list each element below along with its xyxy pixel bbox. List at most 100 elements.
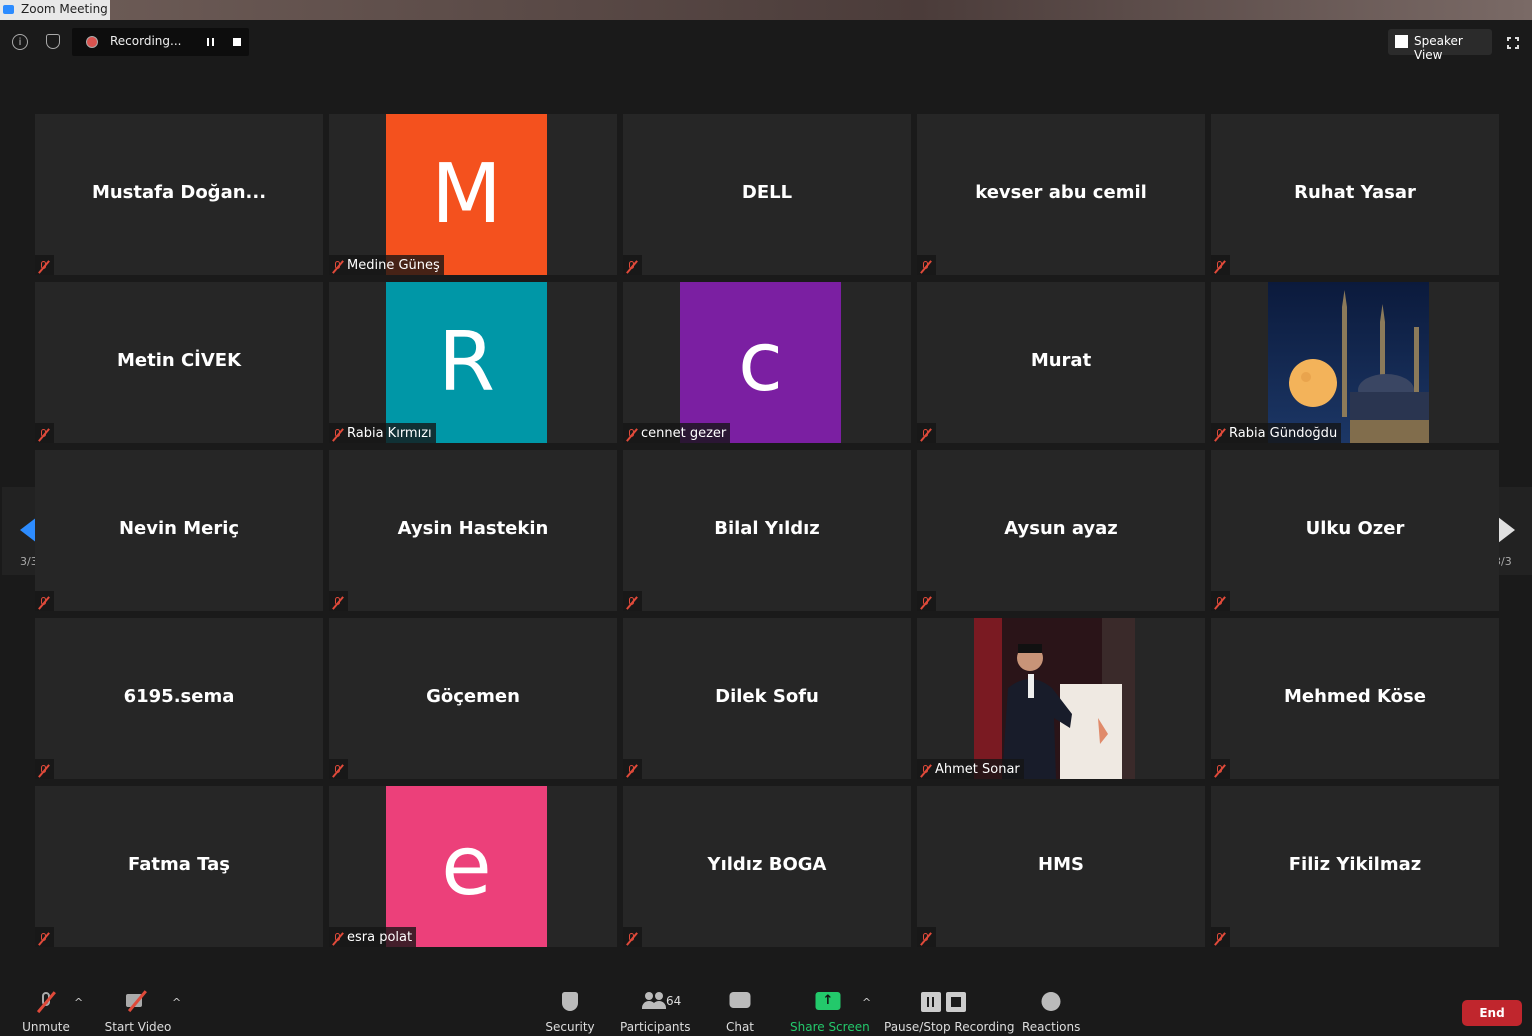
muted-mic-icon bbox=[920, 932, 932, 946]
participant-video-image bbox=[974, 618, 1135, 779]
participant-label bbox=[623, 927, 642, 947]
security-button[interactable]: Security bbox=[540, 980, 600, 1036]
participant-label bbox=[329, 591, 348, 611]
participant-tile[interactable]: Aysin Hastekin bbox=[329, 450, 617, 611]
participant-label: Medine Güneş bbox=[329, 255, 444, 275]
participant-tile[interactable]: Aysun ayaz bbox=[917, 450, 1205, 611]
participant-name: DELL bbox=[741, 182, 793, 203]
record-icon bbox=[86, 36, 98, 48]
muted-mic-icon bbox=[920, 260, 932, 274]
info-icon[interactable]: i bbox=[12, 34, 28, 50]
participant-tile[interactable]: M Medine Güneş bbox=[329, 114, 617, 275]
participant-tile[interactable]: R Rabia Kırmızı bbox=[329, 282, 617, 443]
participants-label: Participants bbox=[620, 1020, 691, 1034]
participant-name: Yıldız BOGA bbox=[707, 854, 827, 875]
participant-tile[interactable]: Metin CİVEK bbox=[35, 282, 323, 443]
participant-name: Mustafa Doğan... bbox=[91, 182, 267, 203]
participant-label bbox=[35, 255, 54, 275]
muted-mic-icon bbox=[332, 764, 344, 778]
audio-options-caret[interactable]: ^ bbox=[74, 996, 83, 1009]
share-screen-label: Share Screen bbox=[790, 1020, 870, 1034]
participant-tile[interactable]: Göçemen bbox=[329, 618, 617, 779]
participant-name: Murat bbox=[1030, 350, 1092, 371]
zoom-logo-icon bbox=[3, 5, 14, 14]
participant-name: Bilal Yıldız bbox=[714, 518, 820, 539]
pause-icon[interactable] bbox=[207, 38, 214, 46]
participant-name: 6195.sema bbox=[123, 686, 235, 707]
pause-stop-label: Pause/Stop Recording bbox=[884, 1020, 1015, 1034]
chat-button[interactable]: Chat bbox=[715, 980, 765, 1036]
muted-mic-icon bbox=[332, 260, 344, 274]
pause-stop-icon bbox=[921, 992, 969, 1012]
reactions-button[interactable]: Reactions bbox=[1022, 980, 1080, 1036]
participant-tile[interactable]: kevser abu cemil bbox=[917, 114, 1205, 275]
muted-mic-icon bbox=[332, 428, 344, 442]
participants-icon bbox=[642, 992, 666, 1009]
speaker-view-button[interactable]: Speaker View bbox=[1388, 29, 1492, 62]
participant-tile[interactable]: Ahmet Sonar bbox=[917, 618, 1205, 779]
participant-name: Aysin Hastekin bbox=[397, 518, 549, 539]
recording-label: Recording... bbox=[110, 34, 182, 48]
participant-tile[interactable]: Nevin Meriç bbox=[35, 450, 323, 611]
participant-label bbox=[1211, 759, 1230, 779]
muted-mic-icon bbox=[38, 260, 50, 274]
participant-name: Nevin Meriç bbox=[118, 518, 240, 539]
participant-tile[interactable]: Rabia Gündoğdu bbox=[1211, 282, 1499, 443]
window-titlebar: Zoom Meeting bbox=[0, 0, 1532, 20]
participant-tile[interactable]: Bilal Yıldız bbox=[623, 450, 911, 611]
share-options-caret[interactable]: ^ bbox=[862, 996, 871, 1009]
participant-tile[interactable]: Mehmed Köse bbox=[1211, 618, 1499, 779]
unmute-label: Unmute bbox=[22, 1020, 70, 1034]
participant-label bbox=[623, 591, 642, 611]
participant-tile[interactable]: DELL bbox=[623, 114, 911, 275]
participant-avatar: R bbox=[386, 282, 547, 443]
pause-stop-recording-button[interactable]: Pause/Stop Recording bbox=[884, 980, 1015, 1036]
muted-mic-icon bbox=[920, 764, 932, 778]
participants-count: 64 bbox=[666, 994, 682, 1008]
participant-tile[interactable]: Yıldız BOGA bbox=[623, 786, 911, 947]
participant-avatar: e bbox=[386, 786, 547, 947]
reactions-icon bbox=[1041, 992, 1061, 1011]
stop-icon[interactable] bbox=[233, 38, 241, 46]
participant-tile[interactable]: Filiz Yikilmaz bbox=[1211, 786, 1499, 947]
participants-button[interactable]: 64 Participants bbox=[620, 980, 691, 1036]
participant-name: Aysun ayaz bbox=[1004, 518, 1118, 539]
muted-mic-icon bbox=[1214, 932, 1226, 946]
participant-name: Ulku Ozer bbox=[1305, 518, 1405, 539]
participant-label bbox=[917, 927, 936, 947]
participant-tile[interactable]: c cennet gezer bbox=[623, 282, 911, 443]
video-options-caret[interactable]: ^ bbox=[172, 996, 181, 1009]
participant-label bbox=[917, 423, 936, 443]
video-off-icon bbox=[126, 992, 150, 1008]
participant-name: HMS bbox=[1038, 854, 1084, 875]
participant-tile[interactable]: Mustafa Doğan... bbox=[35, 114, 323, 275]
end-meeting-button[interactable]: End bbox=[1462, 1000, 1522, 1026]
participant-tile[interactable]: 6195.sema bbox=[35, 618, 323, 779]
chat-icon bbox=[729, 992, 751, 1008]
shield-icon[interactable] bbox=[46, 34, 60, 49]
participant-label-name: Ahmet Sonar bbox=[935, 762, 1020, 777]
share-screen-button[interactable]: ↑ Share Screen bbox=[790, 980, 870, 1036]
participant-tile[interactable]: Ruhat Yasar bbox=[1211, 114, 1499, 275]
window-title: Zoom Meeting bbox=[21, 2, 108, 16]
fullscreen-icon[interactable] bbox=[1506, 36, 1520, 50]
participant-tile[interactable]: HMS bbox=[917, 786, 1205, 947]
participant-tile[interactable]: Dilek Sofu bbox=[623, 618, 911, 779]
muted-mic-icon bbox=[920, 596, 932, 610]
meeting-toolbar: Unmute ^ Start Video ^ Security 64 Parti… bbox=[0, 980, 1532, 1036]
participant-label bbox=[1211, 927, 1230, 947]
unmute-button[interactable]: Unmute bbox=[14, 980, 78, 1036]
participant-tile[interactable]: Ulku Ozer bbox=[1211, 450, 1499, 611]
muted-mic-icon bbox=[39, 992, 53, 1012]
start-video-button[interactable]: Start Video bbox=[104, 980, 172, 1036]
participant-label bbox=[917, 255, 936, 275]
participant-tile[interactable]: Murat bbox=[917, 282, 1205, 443]
muted-mic-icon bbox=[1214, 764, 1226, 778]
muted-mic-icon bbox=[626, 764, 638, 778]
muted-mic-icon bbox=[626, 932, 638, 946]
participant-label-name: Rabia Kırmızı bbox=[347, 426, 432, 441]
participant-tile[interactable]: Fatma Taş bbox=[35, 786, 323, 947]
participant-label: esra polat bbox=[329, 927, 417, 947]
participant-label bbox=[623, 255, 642, 275]
participant-tile[interactable]: e esra polat bbox=[329, 786, 617, 947]
